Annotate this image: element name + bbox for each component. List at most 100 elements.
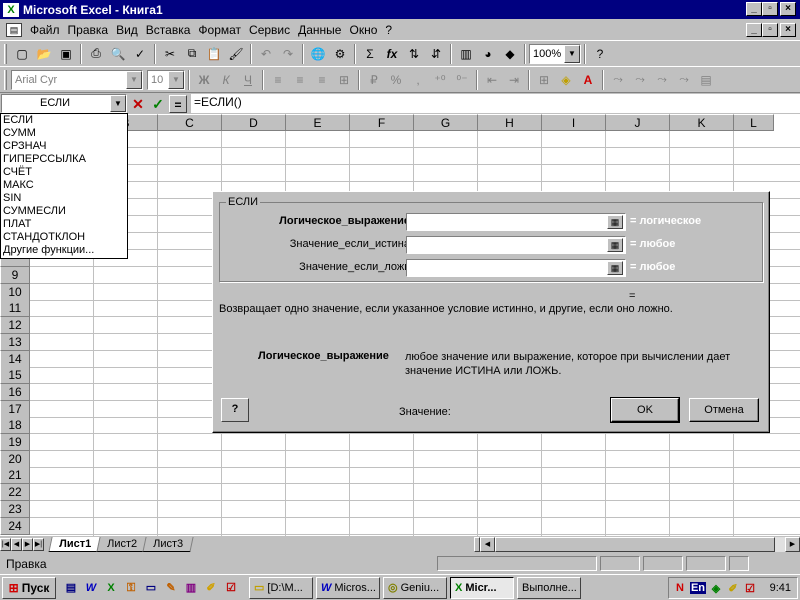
font-size-select[interactable]: 10 ▼: [147, 69, 185, 90]
scheduler-icon[interactable]: ✐: [726, 582, 740, 595]
function-list-item[interactable]: SIN: [1, 192, 127, 205]
redo-icon[interactable]: ↷: [277, 43, 299, 65]
paste-icon[interactable]: 📋: [203, 43, 225, 65]
cut-icon[interactable]: ✂: [159, 43, 181, 65]
fill-color-icon[interactable]: ◈: [555, 69, 577, 91]
row-header[interactable]: 9: [0, 267, 30, 284]
column-header[interactable]: H: [478, 114, 542, 131]
minimize-button[interactable]: _: [746, 2, 762, 16]
value-if-false-input[interactable]: ▦: [406, 259, 626, 277]
ok-button[interactable]: OK: [610, 397, 680, 423]
row-header[interactable]: 12: [0, 317, 30, 335]
print-preview-icon[interactable]: 🔍: [107, 43, 129, 65]
shortcut-icon[interactable]: ✐: [202, 579, 220, 597]
row-header[interactable]: 16: [0, 383, 30, 401]
first-sheet-icon[interactable]: |◀: [0, 537, 11, 551]
function-list-item[interactable]: ПЛАТ: [1, 218, 127, 231]
collapse-dialog-icon[interactable]: ▦: [607, 215, 623, 229]
chevron-down-icon[interactable]: ▼: [110, 95, 126, 112]
decrease-decimal-icon[interactable]: ⁰⁻: [451, 69, 473, 91]
decrease-indent-icon[interactable]: ⇤: [481, 69, 503, 91]
remove-arrows-icon[interactable]: ⤳: [651, 69, 673, 91]
last-sheet-icon[interactable]: ▶|: [33, 537, 44, 551]
open-folder-icon[interactable]: 📂: [33, 43, 55, 65]
format-painter-icon[interactable]: 🖌: [225, 43, 247, 65]
map-icon[interactable]: ◕: [477, 43, 499, 65]
chevron-down-icon[interactable]: ▼: [564, 44, 580, 63]
horizontal-scrollbar[interactable]: ◀ ▶: [474, 537, 800, 552]
print-icon[interactable]: ⎙: [85, 43, 107, 65]
powerpoint-icon[interactable]: ✎: [162, 579, 180, 597]
sort-descending-icon[interactable]: ⇵: [425, 43, 447, 65]
inbox-icon[interactable]: ☑: [222, 579, 240, 597]
increase-decimal-icon[interactable]: ⁺⁰: [429, 69, 451, 91]
menu-view[interactable]: Вид: [112, 23, 142, 37]
row-header[interactable]: 14: [0, 350, 30, 368]
language-indicator[interactable]: En: [690, 582, 706, 594]
name-box[interactable]: ЕСЛИ ▼: [1, 94, 127, 113]
menu-edit[interactable]: Правка: [64, 23, 113, 37]
edit-formula-button[interactable]: =: [169, 94, 187, 113]
task-button[interactable]: W Micros...: [316, 576, 380, 599]
zoom-select[interactable]: 100% ▼: [529, 43, 581, 64]
sort-ascending-icon[interactable]: ⇅: [403, 43, 425, 65]
start-button[interactable]: ⊞ Пуск: [2, 576, 56, 599]
outlook-icon[interactable]: ▭: [142, 579, 160, 597]
function-list-item[interactable]: ГИПЕРССЫЛКА: [1, 153, 127, 166]
function-list-item[interactable]: ЕСЛИ: [1, 114, 127, 127]
align-center-icon[interactable]: ≡: [289, 69, 311, 91]
row-header[interactable]: 19: [0, 434, 30, 451]
prev-sheet-icon[interactable]: ◀: [11, 537, 22, 551]
close-button[interactable]: ×: [780, 2, 796, 16]
chart-wizard-icon[interactable]: ▥: [455, 43, 477, 65]
network-icon[interactable]: N: [673, 582, 687, 594]
increase-indent-icon[interactable]: ⇥: [503, 69, 525, 91]
column-header[interactable]: K: [670, 114, 734, 131]
doc-minimize-button[interactable]: _: [746, 23, 762, 37]
currency-icon[interactable]: ₽: [363, 69, 385, 91]
comment-icon[interactable]: ▤: [695, 69, 717, 91]
menu-format[interactable]: Формат: [194, 23, 245, 37]
chevron-down-icon[interactable]: ▼: [168, 70, 184, 89]
chevron-down-icon[interactable]: ▼: [126, 70, 142, 89]
menu-insert[interactable]: Вставка: [142, 23, 195, 37]
column-header[interactable]: D: [222, 114, 286, 131]
sheet-tab[interactable]: Лист3: [142, 536, 194, 552]
font-select[interactable]: Arial Cyr ▼: [11, 69, 143, 90]
undo-icon[interactable]: ↶: [255, 43, 277, 65]
toolbar-grip[interactable]: [4, 69, 7, 90]
office-assistant-icon[interactable]: ?: [589, 43, 611, 65]
merge-center-icon[interactable]: ⊞: [333, 69, 355, 91]
underline-button[interactable]: Ч: [237, 69, 259, 91]
sheet-tab[interactable]: Лист1: [48, 536, 102, 552]
trace-dependents-icon[interactable]: ⤳: [629, 69, 651, 91]
function-list-item[interactable]: СУММЕСЛИ: [1, 205, 127, 218]
task-button[interactable]: ◎ Geniu...: [383, 576, 447, 599]
row-header[interactable]: 17: [0, 400, 30, 418]
doc-restore-button[interactable]: ▫: [762, 23, 778, 37]
row-header[interactable]: 20: [0, 450, 30, 468]
column-header[interactable]: E: [286, 114, 350, 131]
font-color-icon[interactable]: A: [577, 69, 599, 91]
collapse-dialog-icon[interactable]: ▦: [607, 261, 623, 275]
mail-icon[interactable]: ☑: [743, 582, 757, 595]
function-list-item[interactable]: СЧЁТ: [1, 166, 127, 179]
excel-app-icon[interactable]: X: [3, 2, 19, 17]
sheet-tab[interactable]: Лист2: [96, 536, 148, 552]
copy-icon[interactable]: ⧉: [181, 43, 203, 65]
scroll-right-icon[interactable]: ▶: [785, 537, 800, 552]
logical-test-input[interactable]: ▦: [406, 213, 626, 231]
row-header[interactable]: 10: [0, 283, 30, 301]
autosum-icon[interactable]: Σ: [359, 43, 381, 65]
menu-window[interactable]: Окно: [345, 23, 381, 37]
row-header[interactable]: 24: [0, 517, 30, 535]
hyperlink-icon[interactable]: 🌐: [307, 43, 329, 65]
next-sheet-icon[interactable]: ▶: [22, 537, 33, 551]
new-file-icon[interactable]: ▢: [11, 43, 33, 65]
function-list-item[interactable]: СРЗНАЧ: [1, 140, 127, 153]
function-list-item[interactable]: МАКС: [1, 179, 127, 192]
italic-button[interactable]: К: [215, 69, 237, 91]
sound-icon[interactable]: ◈: [709, 582, 723, 595]
menu-tools[interactable]: Сервис: [245, 23, 294, 37]
column-header[interactable]: G: [414, 114, 478, 131]
